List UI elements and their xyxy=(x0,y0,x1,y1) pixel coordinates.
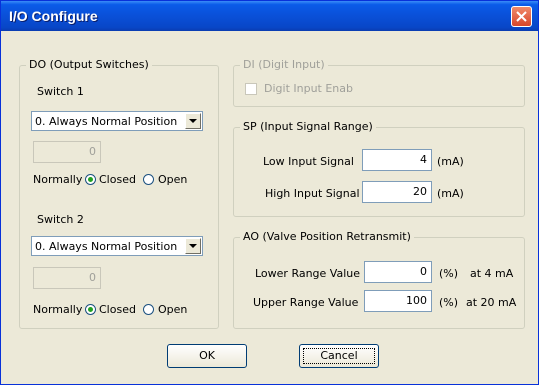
upper-range-value-field[interactable]: 100 xyxy=(364,290,432,312)
upper-range-value-label: Upper Range Value xyxy=(253,296,359,309)
upper-range-unit: (%) xyxy=(439,296,459,309)
switch1-value-field: 0 xyxy=(33,141,101,163)
do-group-legend: DO (Output Switches) xyxy=(26,58,152,71)
switch1-normally-label: Normally xyxy=(33,173,83,186)
do-output-switches-group: DO (Output Switches) xyxy=(19,58,219,329)
switch2-open-label[interactable]: Open xyxy=(158,303,187,316)
ao-valve-position-retransmit-group: AO (Valve Position Retransmit) xyxy=(233,230,525,329)
high-input-signal-label: High Input Signal xyxy=(265,187,360,200)
switch2-selected-value: 0. Always Normal Position xyxy=(35,240,178,253)
close-icon xyxy=(516,11,527,22)
chevron-down-icon xyxy=(189,119,197,123)
ok-button[interactable]: OK xyxy=(167,344,247,368)
radio-selected-dot xyxy=(88,307,93,312)
io-configure-dialog: I/O Configure DO (Output Switches) Switc… xyxy=(0,0,539,385)
upper-range-note: at 20 mA xyxy=(466,296,517,309)
radio-selected-dot xyxy=(88,177,93,182)
low-input-signal-field[interactable]: 4 xyxy=(362,149,432,171)
switch2-closed-label[interactable]: Closed xyxy=(99,303,136,316)
lower-range-value-label: Lower Range Value xyxy=(255,267,361,280)
switch2-label: Switch 2 xyxy=(37,213,84,226)
switch1-open-radio[interactable] xyxy=(143,174,154,185)
close-button[interactable] xyxy=(511,6,532,27)
chevron-down-icon xyxy=(189,244,197,248)
low-input-signal-label: Low Input Signal xyxy=(263,155,354,168)
high-input-unit: (mA) xyxy=(437,187,464,200)
cancel-button[interactable]: Cancel xyxy=(299,344,379,368)
high-input-signal-field[interactable]: 20 xyxy=(362,181,432,203)
cancel-button-label: Cancel xyxy=(303,348,375,364)
switch1-label: Switch 1 xyxy=(37,85,84,98)
window-title: I/O Configure xyxy=(9,8,98,24)
di-group-legend: DI (Digit Input) xyxy=(240,58,328,71)
lower-range-note: at 4 mA xyxy=(470,267,514,280)
lower-range-unit: (%) xyxy=(439,267,459,280)
switch2-closed-radio[interactable] xyxy=(85,304,96,315)
digit-input-enable-checkbox xyxy=(245,83,257,95)
switch1-selected-value: 0. Always Normal Position xyxy=(35,115,178,128)
title-bar[interactable]: I/O Configure xyxy=(1,1,538,31)
switch2-open-radio[interactable] xyxy=(143,304,154,315)
low-input-unit: (mA) xyxy=(437,155,464,168)
switch1-dropdown-button[interactable] xyxy=(185,113,201,129)
switch2-dropdown-button[interactable] xyxy=(185,238,201,254)
switch1-closed-radio[interactable] xyxy=(85,174,96,185)
switch2-select[interactable]: 0. Always Normal Position xyxy=(31,236,203,256)
switch1-open-label[interactable]: Open xyxy=(158,173,187,186)
switch2-value-field: 0 xyxy=(33,267,101,289)
sp-group-legend: SP (Input Signal Range) xyxy=(240,120,376,133)
digit-input-enable-label: Digit Input Enab xyxy=(264,82,353,95)
lower-range-value-field[interactable]: 0 xyxy=(364,261,432,283)
switch2-normally-label: Normally xyxy=(33,303,83,316)
sp-input-signal-range-group: SP (Input Signal Range) xyxy=(233,120,525,217)
ao-group-legend: AO (Valve Position Retransmit) xyxy=(240,230,414,243)
switch1-select[interactable]: 0. Always Normal Position xyxy=(31,111,203,131)
switch1-closed-label[interactable]: Closed xyxy=(99,173,136,186)
